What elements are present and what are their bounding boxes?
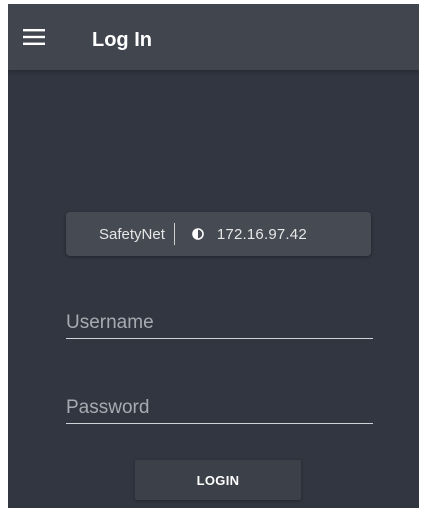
username-input[interactable] (66, 308, 373, 339)
ip-address: 172.16.97.42 (216, 225, 307, 243)
page-title: Log In (92, 29, 152, 51)
login-screen: Log In SafetyNet 172.16.97.42 LOGIN (8, 4, 419, 508)
network-info-card: SafetyNet 172.16.97.42 (66, 212, 371, 256)
top-app-bar: Log In (8, 4, 419, 70)
divider (173, 223, 175, 245)
shield-icon (192, 228, 204, 240)
hamburger-menu-icon[interactable] (23, 22, 55, 52)
login-button[interactable]: LOGIN (135, 460, 301, 500)
password-input[interactable] (66, 393, 373, 424)
network-name: SafetyNet (99, 225, 165, 243)
